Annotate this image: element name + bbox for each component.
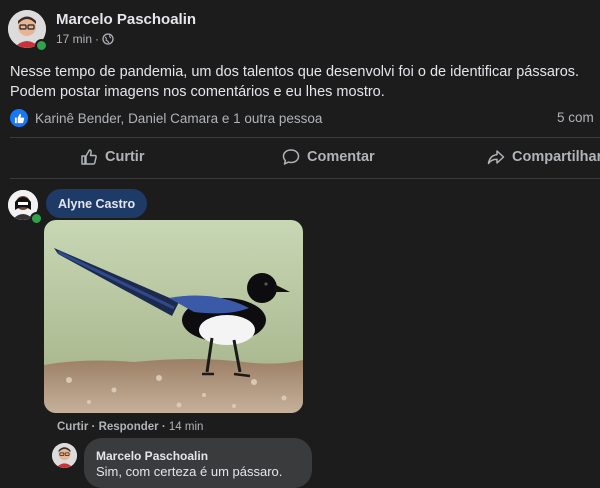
comment-button[interactable]: Comentar: [282, 148, 375, 166]
reply-text: Sim, com certeza é um pássaro.: [96, 464, 283, 479]
like-button-label: Curtir: [105, 149, 145, 165]
comment-action-separator: ·: [91, 421, 96, 433]
speech-bubble-icon: [282, 148, 300, 166]
meta-separator: ·: [95, 32, 100, 46]
post-text: Nesse tempo de pandemia, um dos talentos…: [10, 62, 595, 102]
reply-author-name[interactable]: Marcelo Paschoalin: [96, 449, 208, 463]
post-text-line-2: Podem postar imagens nos comentários e e…: [10, 84, 385, 100]
comment-like-link[interactable]: Curtir: [57, 421, 88, 433]
comment-actions: Curtir · Responder · 14 min: [57, 421, 203, 433]
reactions-summary[interactable]: Karinê Bender, Daniel Camara e 1 outra p…: [10, 109, 322, 127]
commenter-name-text: Alyne Castro: [58, 196, 136, 211]
commenter-online-indicator: [30, 212, 43, 225]
globe-icon: [102, 33, 114, 45]
comment-action-separator-2: ·: [161, 421, 166, 433]
share-arrow-icon: [487, 148, 505, 166]
divider-top: [10, 137, 600, 138]
post-author-name[interactable]: Marcelo Paschoalin: [56, 11, 196, 28]
comment-reply-link[interactable]: Responder: [99, 421, 159, 433]
share-button-label: Compartilhar: [512, 149, 600, 165]
reactions-names[interactable]: Karinê Bender, Daniel Camara e 1 outra p…: [35, 111, 322, 126]
comment-button-label: Comentar: [307, 149, 375, 165]
reply-author-avatar[interactable]: [52, 443, 77, 468]
thumbs-up-outline-icon: [80, 148, 98, 166]
post-meta: 17 min ·: [56, 32, 114, 46]
divider-bottom: [10, 178, 600, 179]
comment-photo-magpie[interactable]: [44, 220, 303, 413]
comment-time[interactable]: 14 min: [169, 421, 204, 433]
like-button[interactable]: Curtir: [80, 148, 144, 166]
reply-bubble: [84, 438, 312, 488]
post-time[interactable]: 17 min: [56, 32, 92, 46]
commenter-name[interactable]: Alyne Castro: [46, 189, 148, 218]
online-status-indicator: [35, 39, 48, 52]
post-text-line-1: Nesse tempo de pandemia, um dos talentos…: [10, 64, 580, 80]
share-button[interactable]: Compartilhar: [487, 148, 600, 166]
comment-count[interactable]: 5 com: [557, 110, 594, 125]
thumbs-up-icon: [10, 109, 28, 127]
